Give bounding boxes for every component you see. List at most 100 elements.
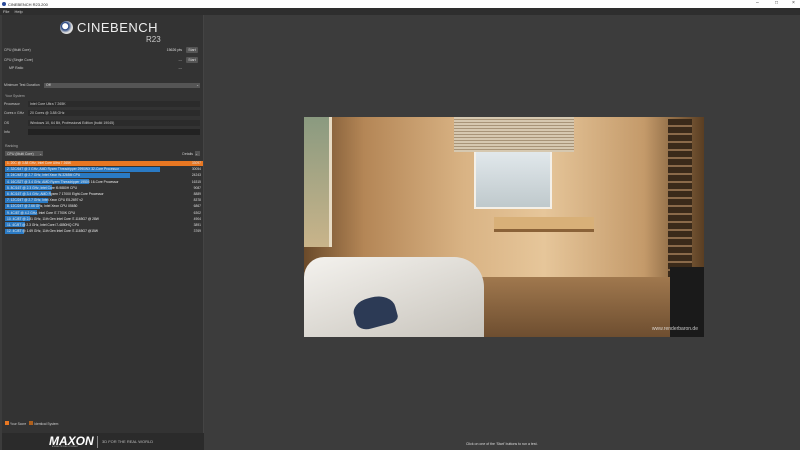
info-input[interactable] xyxy=(28,129,200,135)
cinebench-logo: CINEBENCH R23 xyxy=(60,20,161,44)
ranking-row[interactable]: 6. 8C/16T @ 3.4 GHz, AMD Ryzen 7 1700X E… xyxy=(5,191,203,197)
ranking-select-value: CPU (Multi Core) xyxy=(7,151,34,156)
legend-label: Your Score xyxy=(10,422,27,426)
system-os: OS Windows 10, 64 Bit, Professional Editi… xyxy=(4,120,202,126)
legend-label: Identical System xyxy=(34,422,59,426)
status-text: Click on one of the 'Start' buttons to r… xyxy=(466,442,538,446)
ranking-row[interactable]: 1. 20C @ 3.88 GHz, Intel Core Ultra 7 26… xyxy=(5,160,203,166)
title-bar: CINEBENCH R23.200 – □ × xyxy=(0,0,800,8)
os-value: Windows 10, 64 Bit, Professional Edition… xyxy=(28,120,200,126)
processor-value: Intel Core Ultra 7 265K xyxy=(28,101,200,107)
ranking-score: 8378 xyxy=(193,198,201,203)
ranking-score: 6867 xyxy=(193,204,201,209)
field-label: OS xyxy=(4,121,10,125)
ranking-title: Ranking xyxy=(5,144,18,148)
ranking-row[interactable]: 5. 8C/16T @ 2.3 GHz, Intel Core i9-9880H… xyxy=(5,185,203,191)
ranking-label: 6. 8C/16T @ 3.4 GHz, AMD Ryzen 7 1700X E… xyxy=(7,191,104,196)
ranking-label: 10. 4C/8T @ 2.81 GHz, 11th Gen Intel Cor… xyxy=(7,216,99,221)
ranking-score: 4904 xyxy=(193,216,201,221)
scene-sofa xyxy=(304,257,484,337)
test-score: --- xyxy=(178,58,183,62)
cinebench-logo-icon xyxy=(60,21,73,34)
ranking-label: 11. 4C/8T @ 2.3 GHz, Intel Core i7-4850H… xyxy=(7,222,80,227)
field-label: Cores x GHz xyxy=(4,111,25,115)
test-score: 15626 pts xyxy=(166,48,182,52)
tagline: 3D FOR THE REAL WORLD xyxy=(102,439,154,444)
chevron-down-icon: ⌄ xyxy=(195,151,198,156)
ranking-row[interactable]: 8. 12C/24T @ 2.66 GHz, Intel Xeon CPU X5… xyxy=(5,203,203,209)
brand-name: CINEBENCH xyxy=(77,20,159,35)
ranking-score: 8889 xyxy=(193,191,201,196)
chevron-down-icon: ⌄ xyxy=(196,83,199,87)
ranking-score: 33097 xyxy=(191,161,201,165)
ranking-row[interactable]: 10. 4C/8T @ 2.81 GHz, 11th Gen Intel Cor… xyxy=(5,216,203,222)
menu-help[interactable]: Help xyxy=(14,9,22,14)
ranking-label: 3. 24C/48T @ 2.7 GHz, Intel Xeon W-3265M… xyxy=(7,173,81,178)
legend: Your Score Identical System xyxy=(5,421,58,426)
ranking-row[interactable]: 3. 24C/48T @ 2.7 GHz, Intel Xeon W-3265M… xyxy=(5,172,203,178)
ranking-list: 1. 20C @ 3.88 GHz, Intel Core Ultra 7 26… xyxy=(5,160,203,234)
test-cpu-single: CPU (Single Core) --- Start xyxy=(4,57,202,63)
ranking-score: 3769 xyxy=(193,229,201,234)
ranking-label: 8. 12C/24T @ 2.66 GHz, Intel Xeon CPU X5… xyxy=(7,204,78,209)
ranking-row[interactable]: 12. 4C/8T @ 1.69 GHz, 11th Gen Intel Cor… xyxy=(5,228,203,234)
ranking-row[interactable]: 11. 4C/8T @ 2.3 GHz, Intel Core i7-4850H… xyxy=(5,222,203,228)
footer-divider xyxy=(97,436,98,448)
render-watermark: www.renderbaron.de xyxy=(651,326,698,332)
chevron-down-icon: ⌄ xyxy=(39,151,42,156)
ranking-row[interactable]: 9. 4C/8T @ 4.2 GHz, Intel Core i7-7700K … xyxy=(5,210,203,216)
cores-value: 20 Cores @ 3.88 GHz xyxy=(28,110,200,116)
scene-table xyxy=(494,217,594,232)
ranking-select[interactable]: CPU (Multi Core) ⌄ xyxy=(5,151,43,156)
render-viewport: www.renderbaron.de xyxy=(304,117,704,337)
ranking-row[interactable]: 2. 32C/64T @ 3 GHz, AMD Ryzen Threadripp… xyxy=(5,166,203,172)
ranking-score: 9087 xyxy=(193,185,201,190)
ranking-score: 3891 xyxy=(193,222,201,227)
ranking-score: 6302 xyxy=(193,210,201,215)
test-cpu-multi: CPU (Multi Core) 15626 pts Start xyxy=(4,47,202,53)
ranking-label: 5. 8C/16T @ 2.3 GHz, Intel Core i9-9880H… xyxy=(7,185,77,190)
ranking-label: 2. 32C/64T @ 3 GHz, AMD Ryzen Threadripp… xyxy=(7,167,119,172)
ranking-label: 4. 16C/32T @ 3.4 GHz, AMD Ryzen Threadri… xyxy=(7,179,119,184)
test-label: MP Ratio xyxy=(9,66,24,70)
test-label: CPU (Multi Core) xyxy=(4,48,31,52)
maximize-button[interactable]: □ xyxy=(775,0,778,6)
ranking-label: 1. 20C @ 3.88 GHz, Intel Core Ultra 7 26… xyxy=(7,161,72,165)
test-score: --- xyxy=(178,66,183,70)
ranking-label: 9. 4C/8T @ 4.2 GHz, Intel Core i7-7700K … xyxy=(7,210,75,215)
ranking-score: 24243 xyxy=(191,173,201,178)
ranking-score: 30054 xyxy=(191,167,201,172)
details-toggle[interactable]: ⌄ xyxy=(195,151,200,156)
brand-version: R23 xyxy=(146,35,161,44)
min-test-duration: Minimum Test Duration Off ⌄ xyxy=(4,82,202,88)
ranking-score: 16315 xyxy=(191,179,201,184)
window-title: CINEBENCH R23.200 xyxy=(8,1,48,7)
footer: MAXON A NEMETSCHEK COMPANY 3D FOR THE RE… xyxy=(2,433,204,450)
ranking-row[interactable]: 7. 12C/24T @ 2.7 GHz, Intel Xeon CPU E5-… xyxy=(5,197,203,203)
scene-blinds xyxy=(454,117,574,152)
app-icon xyxy=(2,2,6,6)
minimize-button[interactable]: – xyxy=(756,0,759,6)
maxon-logo-sub: A NEMETSCHEK COMPANY xyxy=(52,446,79,448)
scene-left-window xyxy=(304,117,332,247)
system-info: Info xyxy=(4,129,202,135)
start-single-button[interactable]: Start xyxy=(186,57,198,63)
mp-ratio: MP Ratio --- xyxy=(4,65,202,71)
close-button[interactable]: × xyxy=(792,0,795,6)
field-label: Processor xyxy=(4,102,20,106)
field-label: Info xyxy=(4,130,10,134)
legend-your-score: Your Score xyxy=(5,421,26,426)
ranking-label: 7. 12C/24T @ 2.7 GHz, Intel Xeon CPU E5-… xyxy=(7,198,83,203)
details-label: Details xyxy=(182,152,193,156)
min-duration-select[interactable]: Off ⌄ xyxy=(44,82,200,88)
system-cores: Cores x GHz 20 Cores @ 3.88 GHz xyxy=(4,110,202,116)
legend-identical-system: Identical System xyxy=(29,421,58,426)
ranking-row[interactable]: 4. 16C/32T @ 3.4 GHz, AMD Ryzen Threadri… xyxy=(5,179,203,185)
ranking-label: 12. 4C/8T @ 1.69 GHz, 11th Gen Intel Cor… xyxy=(7,229,98,234)
system-section-title: Your System xyxy=(5,94,25,98)
min-duration-label: Minimum Test Duration xyxy=(4,83,40,87)
start-multi-button[interactable]: Start xyxy=(186,47,198,53)
menu-file[interactable]: File xyxy=(3,9,9,14)
left-panel: CINEBENCH R23 CPU (Multi Core) 15626 pts… xyxy=(2,15,204,433)
system-processor: Processor Intel Core Ultra 7 265K xyxy=(4,101,202,107)
